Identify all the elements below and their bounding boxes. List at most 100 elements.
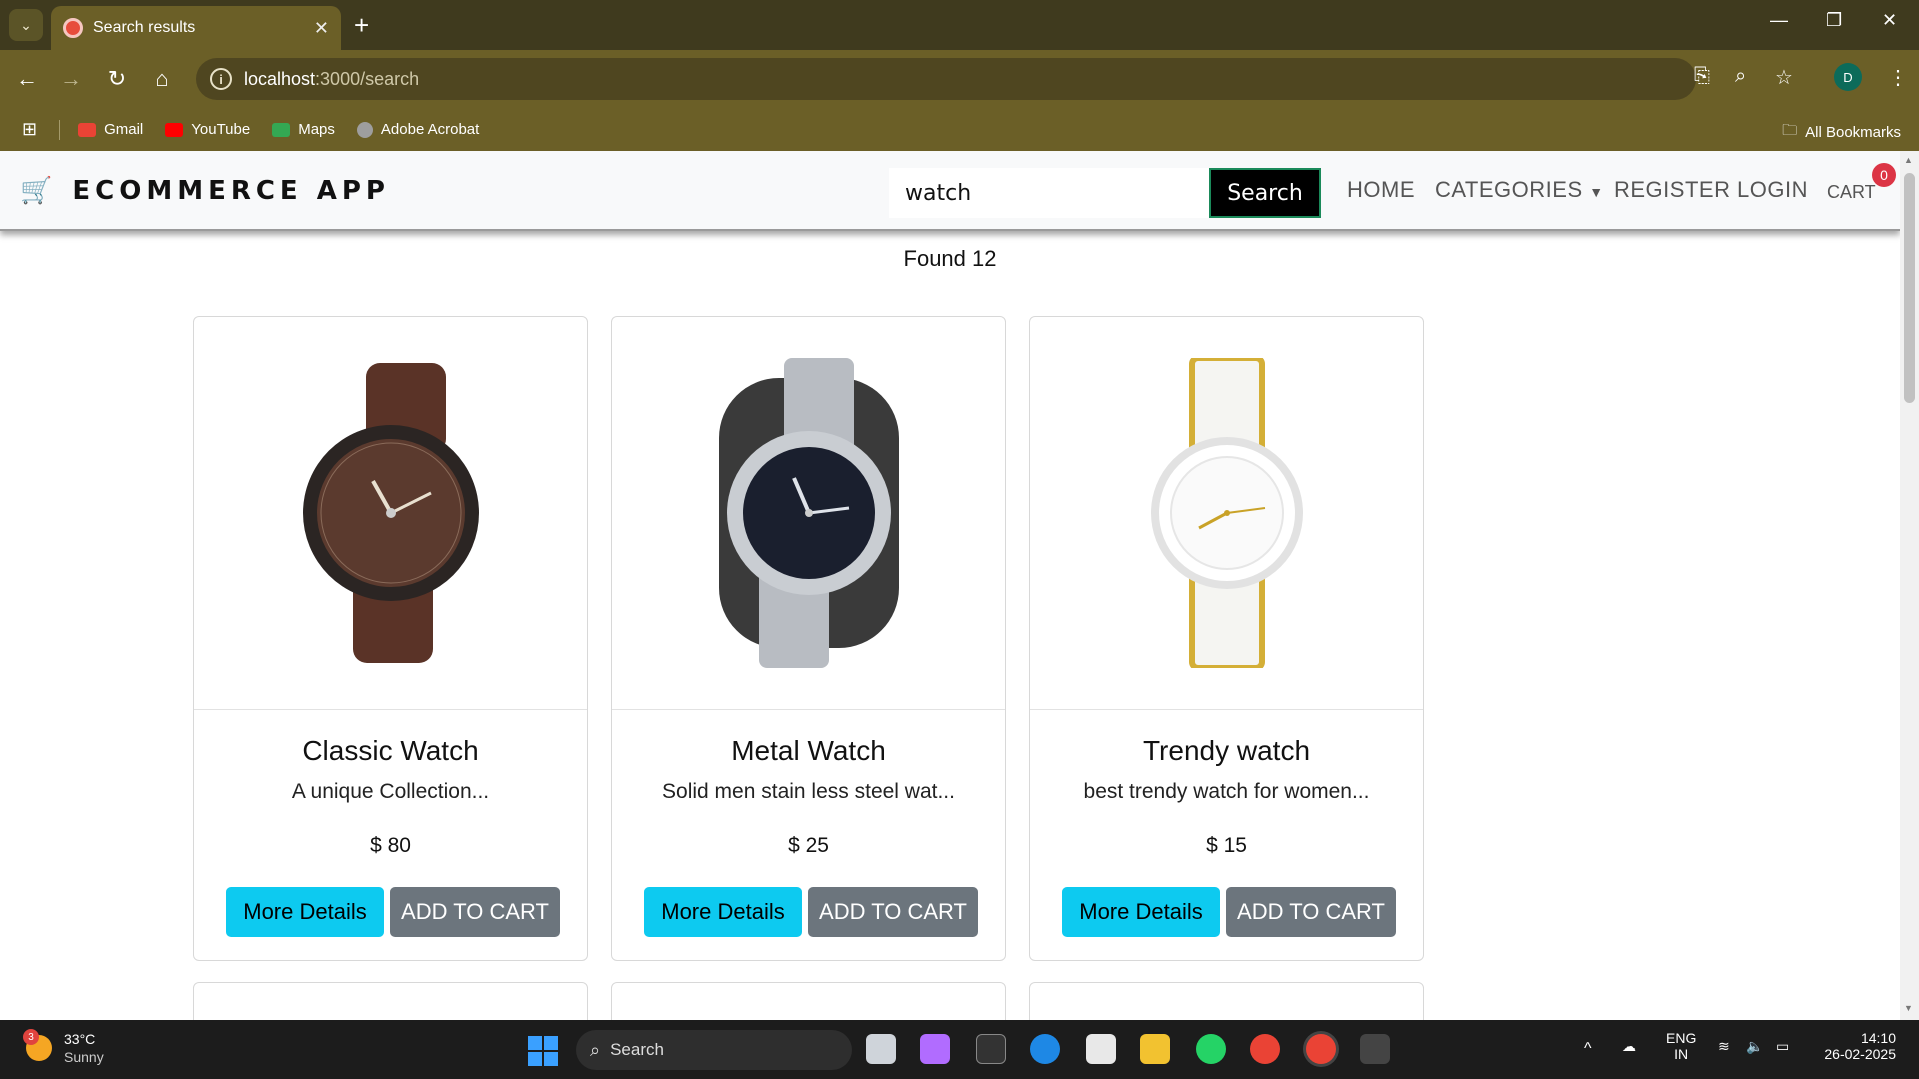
apps-grid-icon[interactable]: ⊞ xyxy=(22,119,37,140)
language-indicator[interactable]: ENG IN xyxy=(1666,1030,1696,1062)
product-name: Trendy watch xyxy=(1142,735,1311,766)
tab-close-icon[interactable]: ✕ xyxy=(314,18,329,39)
product-description: best trendy watch for women... xyxy=(1083,780,1370,803)
nav-home[interactable]: HOME xyxy=(1347,177,1415,203)
chrome-icon[interactable] xyxy=(1250,1034,1280,1064)
all-bookmarks[interactable]: 🗀 All Bookmarks xyxy=(1782,120,1901,145)
window-close-icon[interactable]: ✕ xyxy=(1882,10,1897,31)
search-icon: ⌕ xyxy=(590,1039,601,1060)
tab-favicon-icon xyxy=(63,18,83,38)
shopping-cart-logo-icon: 🛒 xyxy=(20,175,53,205)
site-info-icon[interactable]: i xyxy=(210,68,232,90)
browser-tab[interactable]: Search results ✕ xyxy=(51,6,341,50)
product-price: $ 25 xyxy=(788,834,829,857)
bookmarks-bar: ⊞ Gmail YouTube Maps Adobe Acrobat 🗀 All… xyxy=(0,108,1919,151)
install-app-icon[interactable]: ⎘ xyxy=(1694,65,1710,88)
nav-categories[interactable]: CATEGORIES ▼ xyxy=(1435,177,1604,203)
volume-icon[interactable]: 🔈 xyxy=(1746,1038,1763,1055)
scroll-down-icon[interactable]: ▼ xyxy=(1904,1003,1913,1013)
product-description: Solid men stain less steel wat... xyxy=(662,780,955,803)
site-navbar: 🛒 ECOMMERCE APP Search HOME CATEGORIES ▼… xyxy=(0,151,1900,231)
taskbar-search[interactable]: ⌕ Search xyxy=(576,1030,852,1070)
scroll-up-icon[interactable]: ▲ xyxy=(1904,155,1913,165)
restore-icon[interactable]: ❐ xyxy=(1826,10,1842,31)
scroll-thumb[interactable] xyxy=(1904,173,1915,403)
whatsapp-icon[interactable] xyxy=(1196,1034,1226,1064)
clock-time: 14:10 xyxy=(1860,1030,1896,1046)
bookmark-star-icon[interactable]: ☆ xyxy=(1775,65,1793,90)
url-host: localhost xyxy=(244,68,316,89)
more-details-button[interactable]: More Details xyxy=(1062,887,1220,937)
brand[interactable]: 🛒 ECOMMERCE APP xyxy=(20,175,390,206)
page-viewport: 🛒 ECOMMERCE APP Search HOME CATEGORIES ▼… xyxy=(0,151,1900,1020)
file-explorer-icon[interactable] xyxy=(1140,1034,1170,1064)
bookmark-label: Gmail xyxy=(104,121,144,138)
new-tab-plus-icon[interactable]: + xyxy=(354,10,369,40)
notification-badge: 3 xyxy=(23,1029,39,1045)
show-hidden-icons-chevron-icon[interactable]: ^ xyxy=(1584,1040,1592,1058)
taskbar-search-label: Search xyxy=(610,1040,664,1059)
zoom-icon[interactable]: ⌕ xyxy=(1735,65,1746,88)
search-input[interactable] xyxy=(889,168,1209,218)
page-scrollbar[interactable]: ▲ ▼ xyxy=(1900,151,1919,1020)
tab-search-chevron-icon[interactable]: ⌄ xyxy=(9,9,43,41)
all-bookmarks-label: All Bookmarks xyxy=(1805,124,1901,141)
battery-icon[interactable]: ▭ xyxy=(1776,1038,1789,1055)
bookmarks-divider xyxy=(59,119,61,140)
product-image xyxy=(194,317,587,710)
product-description: A unique Collection... xyxy=(291,780,490,803)
browser-tabstrip: ⌄ Search results ✕ + — ❐ ✕ xyxy=(0,0,1919,50)
watch-image xyxy=(718,358,899,668)
results-count: Found 12 xyxy=(903,246,997,271)
nav-login[interactable]: LOGIN xyxy=(1737,177,1808,203)
youtube-icon xyxy=(165,122,184,137)
watch-image xyxy=(1150,358,1303,668)
chrome-active-icon[interactable] xyxy=(1306,1034,1336,1064)
weather-temp: 33°C xyxy=(64,1031,96,1047)
wifi-icon[interactable]: ≋ xyxy=(1718,1038,1730,1055)
more-details-button[interactable]: More Details xyxy=(226,887,384,937)
product-name: Classic Watch xyxy=(302,735,479,766)
bookmark-gmail[interactable]: Gmail xyxy=(78,121,143,138)
profile-avatar[interactable]: D xyxy=(1834,63,1862,91)
globe-icon xyxy=(356,121,373,138)
windows-start-icon[interactable] xyxy=(528,1036,558,1066)
nav-register[interactable]: REGISTER xyxy=(1614,177,1730,203)
brand-name: ECOMMERCE APP xyxy=(72,175,390,206)
search-button[interactable]: Search xyxy=(1209,168,1321,218)
browser-toolbar: ← → ↻ ⌂ i localhost:3000/search ⎘ ⌕ ☆ D … xyxy=(0,50,1919,108)
forward-arrow-icon[interactable]: → xyxy=(56,64,86,94)
weather-widget[interactable]: 3 33°C Sunny xyxy=(23,1029,104,1066)
browser-menu-icon[interactable]: ⋮ xyxy=(1888,65,1908,90)
reload-icon[interactable]: ↻ xyxy=(102,64,132,94)
store-icon[interactable] xyxy=(1086,1034,1116,1064)
terminal-icon[interactable] xyxy=(976,1034,1006,1064)
address-bar[interactable]: i localhost:3000/search xyxy=(196,58,1696,100)
task-view-icon[interactable] xyxy=(866,1034,896,1064)
copilot-icon[interactable] xyxy=(920,1034,950,1064)
nav-categories-label: CATEGORIES xyxy=(1435,177,1583,202)
clock[interactable]: 14:10 26-02-2025 xyxy=(1818,1030,1896,1062)
home-icon[interactable]: ⌂ xyxy=(147,64,177,94)
url-path: :3000/search xyxy=(315,68,420,89)
weather-desc: Sunny xyxy=(64,1049,104,1065)
command-prompt-icon[interactable] xyxy=(1360,1034,1390,1064)
add-to-cart-button[interactable]: ADD TO CART xyxy=(1226,887,1396,937)
add-to-cart-button[interactable]: ADD TO CART xyxy=(390,887,560,937)
folder-icon: 🗀 xyxy=(1782,122,1798,139)
more-details-button[interactable]: More Details xyxy=(644,887,802,937)
sun-icon: 3 xyxy=(23,1029,52,1061)
onedrive-icon[interactable]: ☁ xyxy=(1622,1038,1636,1055)
add-to-cart-button[interactable]: ADD TO CART xyxy=(808,887,978,937)
back-arrow-icon[interactable]: ← xyxy=(12,64,42,94)
bookmark-adobe-acrobat[interactable]: Adobe Acrobat xyxy=(356,121,479,138)
bookmark-label: YouTube xyxy=(191,121,251,138)
product-card xyxy=(193,982,588,1020)
minimize-icon[interactable]: — xyxy=(1770,10,1788,31)
nav-cart[interactable]: CART xyxy=(1827,182,1876,203)
bookmark-maps[interactable]: Maps xyxy=(272,121,335,138)
product-card: Metal Watch Solid men stain less steel w… xyxy=(611,316,1006,961)
edge-icon[interactable] xyxy=(1030,1034,1060,1064)
bookmark-youtube[interactable]: YouTube xyxy=(165,121,250,138)
maps-icon xyxy=(272,122,291,137)
